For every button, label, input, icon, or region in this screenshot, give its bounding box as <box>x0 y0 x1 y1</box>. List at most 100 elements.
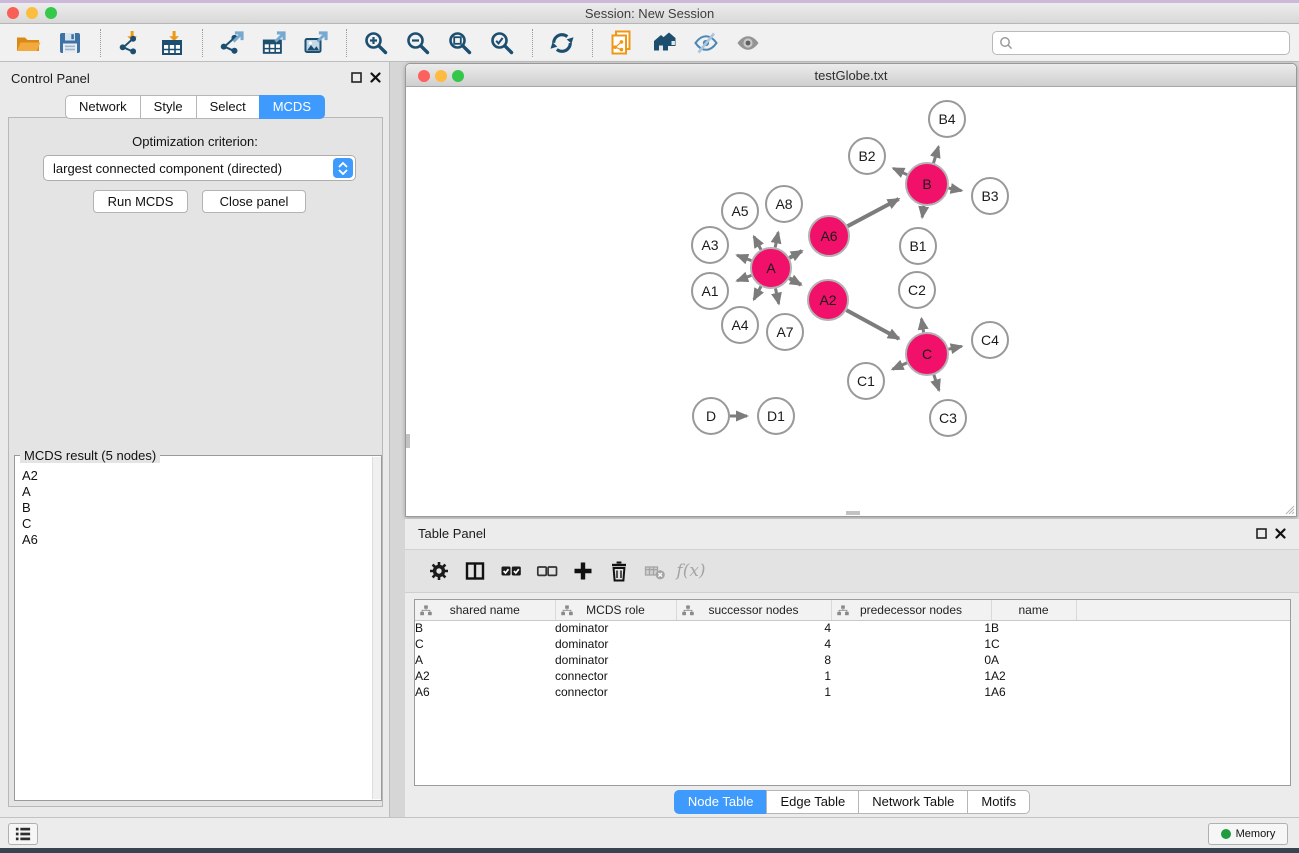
tab-select[interactable]: Select <box>196 95 260 119</box>
result-list-scrollbar[interactable] <box>372 457 381 799</box>
criterion-dropdown[interactable]: largest connected component (directed) <box>43 155 356 181</box>
table-row[interactable]: Adominator80A <box>415 652 1291 668</box>
mcds-result-item[interactable]: C <box>22 516 371 532</box>
graph-edge-A2-C[interactable] <box>846 310 899 339</box>
mcds-result-item[interactable]: A2 <box>22 468 371 484</box>
graph-node-D1[interactable]: D1 <box>758 398 794 434</box>
mcds-result-list[interactable]: A2ABCA6 <box>15 464 371 800</box>
export-table-icon[interactable] <box>256 27 292 59</box>
export-image-icon[interactable] <box>298 27 334 59</box>
import-table-icon[interactable] <box>154 27 190 59</box>
graph-node-B2[interactable]: B2 <box>849 138 885 174</box>
cell-successor-nodes[interactable]: 1 <box>676 668 831 684</box>
graph-node-A1[interactable]: A1 <box>692 273 728 309</box>
graph-node-B[interactable]: B <box>906 163 948 205</box>
cell-predecessor-nodes[interactable]: 0 <box>831 652 991 668</box>
close-panel-button[interactable]: Close panel <box>202 190 306 213</box>
zoom-in-icon[interactable] <box>358 27 394 59</box>
tab-motifs[interactable]: Motifs <box>967 790 1030 814</box>
graph-edge-B-B1[interactable] <box>922 206 924 218</box>
float-table-panel-icon[interactable] <box>1254 526 1268 540</box>
graph-edge-C-C1[interactable] <box>893 363 907 369</box>
table-row[interactable]: A6connector11A6 <box>415 684 1291 700</box>
close-table-panel-icon[interactable] <box>1273 526 1287 540</box>
document-network-icon[interactable] <box>604 27 640 59</box>
delete-row-icon[interactable] <box>601 554 637 588</box>
network-canvas[interactable]: AA1A2A3A4A5A6A7A8BB1B2B3B4CC1C2C3C4DD1 <box>406 87 1296 516</box>
column-header-successor-nodes[interactable]: successor nodes <box>676 600 831 620</box>
float-panel-icon[interactable] <box>349 70 363 84</box>
network-minimize-light[interactable] <box>435 70 447 82</box>
graph-node-D[interactable]: D <box>693 398 729 434</box>
graph-edge-A6-B[interactable] <box>848 199 899 226</box>
graph-node-A5[interactable]: A5 <box>722 193 758 229</box>
graph-node-A2[interactable]: A2 <box>808 280 848 320</box>
cell-predecessor-nodes[interactable]: 1 <box>831 684 991 700</box>
cell-MCDS-role[interactable]: dominator <box>555 652 676 668</box>
graph-edge-C-C2[interactable] <box>922 319 924 333</box>
memory-button[interactable]: Memory <box>1208 823 1288 845</box>
column-header-shared-name[interactable]: shared name <box>415 600 555 620</box>
graph-node-C2[interactable]: C2 <box>899 272 935 308</box>
cell-empty[interactable] <box>1076 636 1291 652</box>
cell-MCDS-role[interactable]: dominator <box>555 620 676 636</box>
tab-network[interactable]: Network <box>65 95 141 119</box>
tab-node-table[interactable]: Node Table <box>674 790 768 814</box>
minimize-window-light[interactable] <box>26 7 38 19</box>
select-all-checkboxes-icon[interactable] <box>493 554 529 588</box>
houses-icon[interactable] <box>646 27 682 59</box>
cell-MCDS-role[interactable]: connector <box>555 684 676 700</box>
cell-predecessor-nodes[interactable]: 1 <box>831 620 991 636</box>
cell-predecessor-nodes[interactable]: 1 <box>831 636 991 652</box>
refresh-icon[interactable] <box>544 27 580 59</box>
cell-name[interactable]: A2 <box>991 668 1076 684</box>
graph-edge-A-A2[interactable] <box>789 278 801 285</box>
graph-edge-A-A1[interactable] <box>737 275 751 280</box>
graph-node-B4[interactable]: B4 <box>929 101 965 137</box>
cell-empty[interactable] <box>1076 620 1291 636</box>
graph-edge-A-A6[interactable] <box>789 251 802 258</box>
search-field[interactable] <box>992 31 1290 55</box>
graph-edge-A-A8[interactable] <box>775 232 778 247</box>
cell-shared-name[interactable]: B <box>415 620 555 636</box>
tab-network-table[interactable]: Network Table <box>858 790 968 814</box>
graph-edge-A-A4[interactable] <box>754 286 761 299</box>
network-vscroll-thumb[interactable] <box>406 434 410 448</box>
graph-edge-C-C3[interactable] <box>934 375 939 391</box>
graph-node-C1[interactable]: C1 <box>848 363 884 399</box>
close-panel-icon[interactable] <box>368 70 382 84</box>
cell-empty[interactable] <box>1076 684 1291 700</box>
settings-gear-icon[interactable] <box>421 554 457 588</box>
table-row[interactable]: A2connector11A2 <box>415 668 1291 684</box>
cell-name[interactable]: B <box>991 620 1076 636</box>
graph-node-A7[interactable]: A7 <box>767 314 803 350</box>
cell-name[interactable]: A <box>991 652 1076 668</box>
add-row-icon[interactable] <box>565 554 601 588</box>
cell-shared-name[interactable]: A2 <box>415 668 555 684</box>
eye-hide-icon[interactable] <box>688 27 724 59</box>
graph-node-A3[interactable]: A3 <box>692 227 728 263</box>
tab-mcds[interactable]: MCDS <box>259 95 325 119</box>
cell-shared-name[interactable]: C <box>415 636 555 652</box>
cell-successor-nodes[interactable]: 4 <box>676 620 831 636</box>
cell-name[interactable]: A6 <box>991 684 1076 700</box>
graph-node-A6[interactable]: A6 <box>809 216 849 256</box>
cell-successor-nodes[interactable]: 4 <box>676 636 831 652</box>
graph-edge-A-A5[interactable] <box>754 237 761 250</box>
column-header-name[interactable]: name <box>991 600 1076 620</box>
graph-node-A4[interactable]: A4 <box>722 307 758 343</box>
column-header-MCDS-role[interactable]: MCDS role <box>555 600 676 620</box>
save-session-icon[interactable] <box>52 27 88 59</box>
cell-predecessor-nodes[interactable]: 1 <box>831 668 991 684</box>
mcds-result-item[interactable]: A6 <box>22 532 371 548</box>
graph-node-C[interactable]: C <box>906 333 948 375</box>
cell-shared-name[interactable]: A <box>415 652 555 668</box>
unselect-all-checkboxes-icon[interactable] <box>529 554 565 588</box>
run-mcds-button[interactable]: Run MCDS <box>93 190 188 213</box>
graph-edge-B-B3[interactable] <box>949 188 962 191</box>
zoom-selected-icon[interactable] <box>484 27 520 59</box>
graph-edge-B-B2[interactable] <box>893 168 907 174</box>
table-row[interactable]: Bdominator41B <box>415 620 1291 636</box>
table-row[interactable]: Cdominator41C <box>415 636 1291 652</box>
cell-name[interactable]: C <box>991 636 1076 652</box>
